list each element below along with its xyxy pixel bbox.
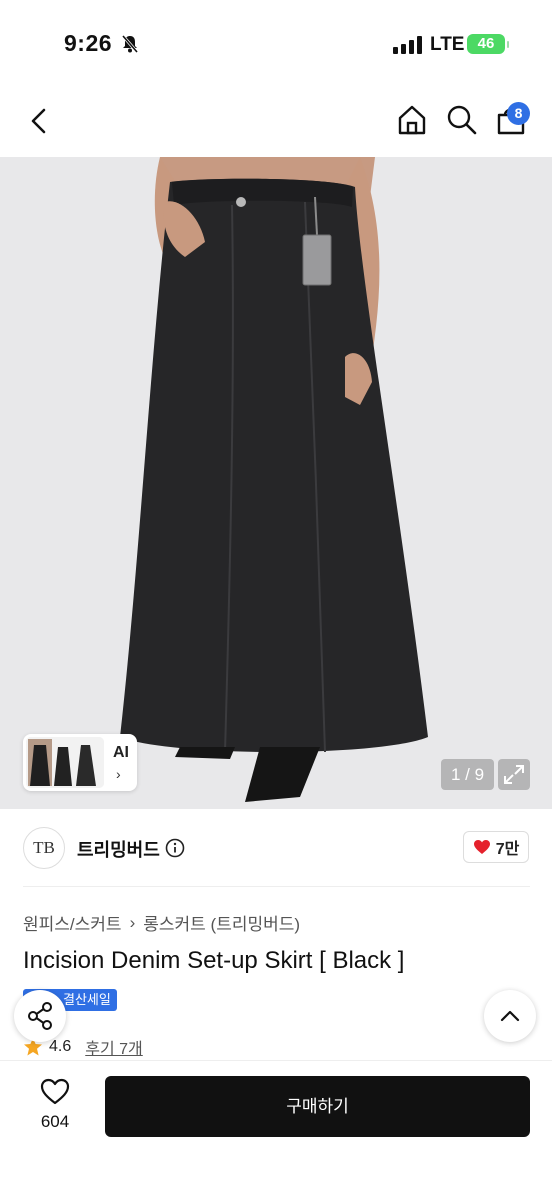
ai-lookbook-card[interactable]: AI › bbox=[23, 734, 137, 791]
status-bar: 9:26 LTE 46 bbox=[0, 0, 552, 90]
chevron-right-icon: › bbox=[116, 766, 121, 782]
cellular-signal-icon bbox=[393, 36, 422, 54]
reviews-link[interactable]: 후기 7개 bbox=[85, 1035, 143, 1059]
bell-muted-icon bbox=[121, 35, 139, 53]
chevron-up-icon bbox=[500, 1010, 520, 1022]
battery-indicator: 46 bbox=[467, 34, 509, 54]
search-icon[interactable] bbox=[445, 103, 479, 137]
breadcrumb-item[interactable]: 롱스커트 (트리밍버드) bbox=[143, 910, 300, 935]
image-pager: 1 / 9 bbox=[441, 759, 494, 790]
breadcrumb-item[interactable]: 원피스/스커트 bbox=[23, 910, 122, 935]
breadcrumb: 원피스/스커트 › 롱스커트 (트리밍버드) bbox=[23, 910, 300, 935]
product-title: Incision Denim Set-up Skirt [ Black ] bbox=[23, 947, 405, 974]
section-divider bbox=[23, 886, 530, 887]
product-image[interactable] bbox=[0, 157, 552, 809]
seller-logo[interactable]: TB bbox=[23, 827, 65, 869]
scroll-top-button[interactable] bbox=[484, 990, 536, 1042]
wishlist-count: 604 bbox=[40, 1112, 70, 1131]
buy-button[interactable]: 구매하기 bbox=[105, 1076, 530, 1137]
lookbook-thumbnails bbox=[26, 737, 104, 788]
seller-like-button[interactable]: 7만 bbox=[463, 831, 529, 863]
status-time: 9:26 bbox=[64, 30, 113, 56]
share-icon bbox=[28, 1002, 52, 1030]
skirt-photo bbox=[0, 157, 552, 809]
cart-count-badge: 8 bbox=[507, 102, 530, 125]
heart-outline-icon bbox=[40, 1078, 70, 1105]
top-nav bbox=[0, 95, 552, 155]
back-arrow-icon[interactable] bbox=[24, 105, 56, 137]
share-button[interactable] bbox=[14, 990, 66, 1042]
network-type: LTE bbox=[430, 34, 465, 55]
home-icon[interactable] bbox=[395, 103, 429, 137]
wishlist-button[interactable]: 604 bbox=[30, 1078, 80, 1132]
seller-like-count: 7만 bbox=[495, 841, 520, 858]
expand-icon bbox=[504, 765, 524, 784]
expand-image-button[interactable] bbox=[498, 759, 530, 790]
seller-name[interactable]: 트리밍버드 bbox=[77, 836, 160, 862]
heart-filled-icon bbox=[473, 840, 490, 854]
ai-label: AI bbox=[113, 744, 129, 761]
breadcrumb-separator-icon: › bbox=[129, 912, 136, 932]
info-icon[interactable] bbox=[165, 838, 185, 858]
